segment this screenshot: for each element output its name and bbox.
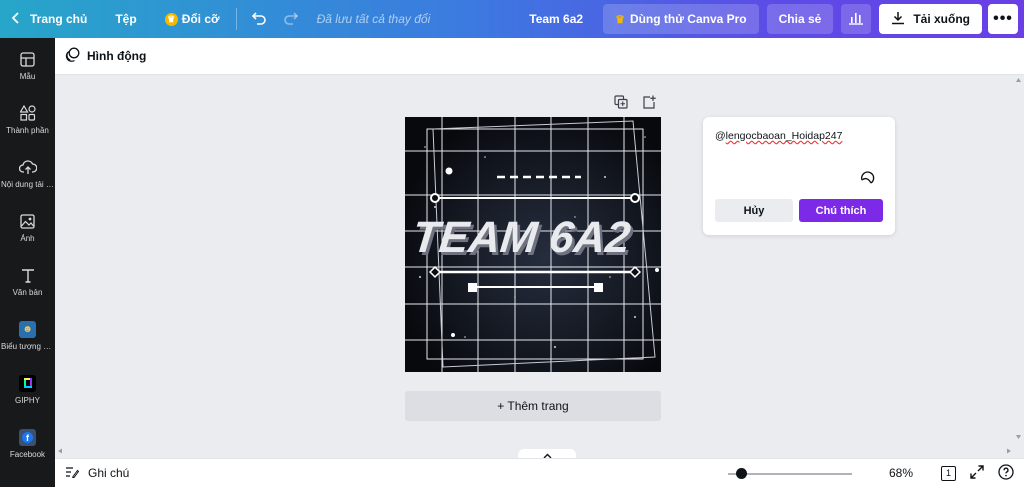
page-count-icon: 1	[941, 465, 956, 481]
left-sidebar: Mẫu Thành phần Nội dung tải lên Ảnh Văn …	[0, 38, 55, 487]
crown-icon: ♛	[615, 13, 625, 26]
redo-button[interactable]	[275, 0, 307, 38]
design-title-text: TEAM 6A2	[410, 213, 633, 262]
animate-button[interactable]: Hình động	[65, 47, 146, 65]
page-tools	[614, 95, 656, 112]
sidebar-item-label: Thành phần	[6, 126, 49, 135]
resize-label: Đổi cỡ	[181, 12, 220, 26]
bar-chart-icon	[848, 11, 864, 28]
mention-username: lengocbaoan_Hoidap247	[725, 130, 843, 142]
design-page[interactable]: TEAM 6A2 TEAM 6A2	[405, 117, 661, 372]
download-label: Tải xuống	[913, 12, 970, 26]
sidebar-item-giphy[interactable]: GIPHY	[0, 374, 55, 405]
vertical-scrollbar[interactable]	[1013, 75, 1024, 445]
giphy-app-icon	[19, 374, 36, 392]
notes-icon	[65, 466, 80, 481]
sidebar-item-facebook[interactable]: f Facebook	[0, 428, 55, 459]
cancel-button[interactable]: Hủy	[715, 199, 793, 222]
mention-prefix: @	[715, 130, 726, 142]
undo-icon	[251, 11, 267, 28]
sidebar-item-templates[interactable]: Mẫu	[0, 50, 55, 81]
sidebar-item-label: GIPHY	[15, 396, 40, 405]
help-icon	[998, 463, 1014, 483]
design-title[interactable]: Team 6a2	[519, 0, 593, 38]
sidebar-item-label: Facebook	[9, 450, 46, 459]
download-button[interactable]: Tải xuống	[879, 4, 982, 34]
share-button[interactable]: Chia sẻ	[766, 4, 834, 34]
comment-submit-button[interactable]: Chú thích	[799, 199, 883, 222]
emoji-app-icon: ☻	[19, 320, 36, 338]
giphy-app-icon-wrap	[0, 374, 55, 392]
facebook-app-icon: f	[19, 428, 36, 446]
comment-popup: @lengocbaoan_Hoidap247 Hủy Chú thích	[703, 117, 895, 235]
sidebar-item-label: Nội dung tải lên	[1, 180, 55, 189]
animate-icon	[65, 47, 80, 65]
cancel-label: Hủy	[743, 204, 765, 217]
page-count-button[interactable]: 1	[941, 465, 956, 481]
scroll-arrows-icon	[1016, 78, 1021, 439]
add-page-icon[interactable]	[642, 95, 656, 112]
home-button[interactable]: Trang chủ	[0, 0, 97, 38]
try-canva-pro-button[interactable]: ♛ Dùng thử Canva Pro	[603, 4, 759, 34]
duplicate-page-icon[interactable]	[614, 95, 628, 112]
zoom-level[interactable]: 68%	[889, 466, 913, 480]
sticker-icon[interactable]	[860, 169, 876, 188]
toolbar-divider	[235, 8, 237, 30]
help-button[interactable]	[998, 463, 1014, 483]
text-icon	[0, 266, 55, 284]
add-page-label: + Thêm trang	[497, 399, 569, 413]
sidebar-item-label: Biểu tượng cảm xúc	[1, 342, 55, 351]
insights-button[interactable]	[841, 4, 872, 34]
sidebar-item-emoji[interactable]: ☻ Biểu tượng cảm xúc	[0, 320, 55, 351]
try-pro-label: Dùng thử Canva Pro	[629, 12, 747, 26]
emoji-app-icon-wrap: ☻	[0, 320, 55, 338]
share-label: Chia sẻ	[778, 12, 822, 26]
download-icon	[891, 11, 905, 28]
crown-badge-icon: ♛	[164, 12, 178, 26]
comment-input[interactable]: @lengocbaoan_Hoidap247	[715, 130, 842, 142]
top-bar: Trang chủ Tệp ♛ Đổi cỡ Đã lưu tất cả tha…	[0, 0, 1024, 38]
sidebar-item-label: Ảnh	[20, 234, 35, 243]
sidebar-item-text[interactable]: Văn bản	[0, 266, 55, 297]
sidebar-item-photos[interactable]: Ảnh	[0, 212, 55, 243]
fullscreen-button[interactable]	[970, 464, 984, 482]
more-dots-icon: •••	[993, 10, 1013, 27]
design-artwork: TEAM 6A2 TEAM 6A2	[405, 117, 661, 372]
sidebar-item-label: Mẫu	[19, 72, 36, 81]
context-toolbar: Hình động	[55, 38, 1024, 75]
file-label: Tệp	[115, 12, 137, 26]
redo-icon	[283, 11, 299, 28]
file-menu-button[interactable]: Tệp	[105, 0, 146, 38]
notes-label: Ghi chú	[88, 466, 130, 480]
template-icon	[0, 50, 55, 68]
facebook-app-icon-wrap: f	[0, 428, 55, 446]
sidebar-item-elements[interactable]: Thành phần	[0, 104, 55, 135]
notes-button[interactable]: Ghi chú	[65, 466, 129, 481]
undo-button[interactable]	[243, 0, 275, 38]
home-label: Trang chủ	[30, 12, 88, 26]
upload-icon	[0, 158, 55, 176]
save-status: Đã lưu tất cả thay đổi	[316, 12, 431, 26]
more-options-button[interactable]: •••	[988, 4, 1018, 34]
submit-label: Chú thích	[815, 204, 867, 217]
sidebar-item-label: Văn bản	[12, 288, 43, 297]
bottom-bar: Ghi chú 68% 1	[55, 458, 1024, 487]
zoom-slider-handle[interactable]	[736, 468, 747, 479]
add-page-button[interactable]: + Thêm trang	[405, 391, 661, 421]
animate-label: Hình động	[87, 49, 147, 63]
elements-icon	[0, 104, 55, 122]
sidebar-item-uploads[interactable]: Nội dung tải lên	[0, 158, 55, 189]
resize-button[interactable]: ♛ Đổi cỡ	[155, 0, 230, 38]
expand-icon	[970, 464, 984, 482]
chevron-left-icon	[11, 11, 20, 27]
photo-icon	[0, 212, 55, 230]
